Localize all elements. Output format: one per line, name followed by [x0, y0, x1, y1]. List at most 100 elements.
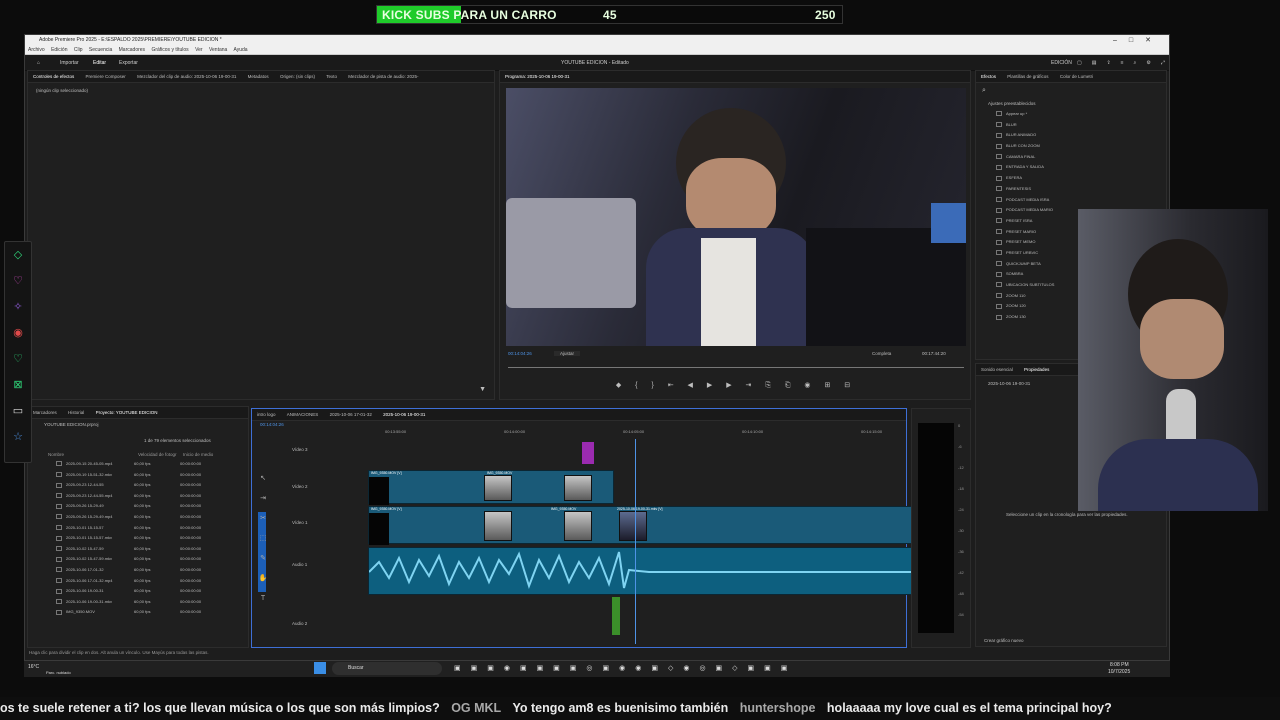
project-item-row[interactable]: 2025-10-06 17-01-32.mp4 60,00 fps 00:00:00…: [56, 576, 246, 587]
purple-clip[interactable]: [582, 442, 594, 464]
preset-label: ZOOM 130: [1006, 314, 1026, 320]
diamond-icon[interactable]: ◇: [5, 242, 31, 268]
item-start: 00:00:00:00: [180, 577, 202, 583]
menu-view[interactable]: Ver: [195, 47, 203, 53]
tab-lumetri[interactable]: Color de Lumetri: [1060, 74, 1093, 79]
program-timecode[interactable]: 00:14:04:26: [508, 351, 532, 356]
tab-metadata[interactable]: Metadatos: [248, 74, 269, 79]
search-icon[interactable]: ⌕: [982, 87, 986, 95]
header-icons[interactable]: ▢▤⇪≡⌕⚙⤢: [1077, 55, 1175, 71]
menu-help[interactable]: Ayuda: [233, 47, 247, 53]
preset-item[interactable]: ENTRADA Y SALIDA: [996, 162, 1162, 173]
menu-sequence[interactable]: Secuencia: [89, 47, 112, 53]
project-item-row[interactable]: 2025-09-19 15-51-32.mkv 60,00 fps 00:00:00…: [56, 470, 246, 481]
workspace-label[interactable]: EDICIÓN: [1051, 55, 1072, 71]
tab-export[interactable]: Exportar: [119, 55, 138, 71]
seq-tab-19[interactable]: 2025-10-06 19-00-31: [383, 412, 425, 417]
playhead[interactable]: [635, 439, 636, 644]
item-name: 2025-10-01 15-15-57.mkv: [66, 535, 113, 541]
fit-dropdown[interactable]: Ajustar: [554, 351, 581, 356]
preset-item[interactable]: ESFERA: [996, 173, 1162, 184]
seq-timecode[interactable]: 00:14:04:26: [260, 422, 284, 427]
clip-v1[interactable]: IMG_9350.MOV [V] IMG_9350.MOV 2025-10-06…: [368, 506, 916, 545]
preset-item[interactable]: BLUR ANIMADO: [996, 130, 1162, 141]
kick-icon[interactable]: ⊠: [5, 372, 31, 398]
project-item-row[interactable]: 2025-10-01 15-15-57 60,00 fps 00:00:00:00: [56, 523, 246, 534]
search-box[interactable]: Buscar: [332, 662, 442, 675]
home-icon[interactable]: ⌂: [37, 55, 40, 71]
preset-item[interactable]: CAMARA FINAL: [996, 152, 1162, 163]
weather-temp[interactable]: 16°C: [28, 664, 39, 670]
col-fps[interactable]: Velocidad de fotogr: [138, 452, 177, 457]
clip-v2[interactable]: IMG_9350.MOV [V] IMG_9350.MOV: [368, 470, 614, 505]
item-fps: 60,00 fps: [134, 482, 151, 488]
col-name[interactable]: Nombre: [48, 452, 64, 457]
project-item-row[interactable]: 2025-09-23 12-44-55.mp4 60,00 fps 00:00:00…: [56, 491, 246, 502]
audio-clip-a1[interactable]: [368, 547, 917, 595]
preset-item[interactable]: BLUR CON ZOOM: [996, 141, 1162, 152]
project-item-row[interactable]: 2025-10-02 15-47-59.mkv 60,00 fps 00:00:00…: [56, 554, 246, 565]
tab-premiere-composer[interactable]: Premiere Composer: [86, 74, 126, 79]
preset-item[interactable]: BLUR: [996, 120, 1162, 131]
taskbar-apps[interactable]: ▣▣▣◉▣▣▣▣◎▣◉◉▣◇◉◎▣◇▣▣▣: [454, 664, 797, 672]
tab-clip-mixer[interactable]: Mezclador del clip de audio: 2025-10-06 …: [137, 74, 236, 79]
window-controls[interactable]: –□✕: [1113, 35, 1163, 46]
col-start[interactable]: Inicio de medio: [183, 452, 213, 457]
menu-graphics[interactable]: Gráficos y títulos: [151, 47, 188, 53]
timeline-tools[interactable]: ↖ ⇥ ✂ ⬚ ✎ ✋ T: [252, 469, 274, 639]
project-item-row[interactable]: 2025-09-23 12-44-55 60,00 fps 00:00:00:00: [56, 480, 246, 491]
preset-item[interactable]: PODCAST MEDIA ISRA: [996, 195, 1162, 206]
eye-icon[interactable]: ◉: [5, 320, 31, 346]
project-item-row[interactable]: 2025-10-02 15-47-59 60,00 fps 00:00:00:00: [56, 544, 246, 555]
tab-essential-sound[interactable]: Sonido esencial: [981, 367, 1013, 372]
seq-tab-17[interactable]: 2025-10-06 17-01-32: [330, 412, 372, 417]
star-icon[interactable]: ☆: [5, 424, 31, 450]
quality-dropdown[interactable]: Completa: [872, 351, 891, 356]
window-title: Adobe Premiere Pro 2025 - E:\ESPALDO 202…: [39, 37, 222, 43]
project-item-row[interactable]: IMG_9350.MOV 60,00 fps 00:00:00:00: [56, 607, 246, 618]
filter-icon[interactable]: ▼: [479, 386, 486, 393]
transport-controls[interactable]: ◆ { } ⇤ ◀ ▶ ▶ ⇥ ⎘ ⎗ ◉ ⊞ ⊟: [508, 381, 964, 390]
item-name: 2025-10-06 19-00-31.mkv: [66, 598, 113, 604]
menu-clip[interactable]: Clip: [74, 47, 83, 53]
menu-file[interactable]: Archivo: [28, 47, 45, 53]
project-items: 2025-09-15 20-45-05.mp4 60,00 fps 00:00:00…: [56, 459, 246, 618]
preset-item[interactable]: Appear up *: [996, 109, 1162, 120]
project-item-row[interactable]: 2025-09-26 15-29-49.mp4 60,00 fps 00:00:00…: [56, 512, 246, 523]
tab-markers[interactable]: Marcadores: [33, 410, 57, 415]
tab-history[interactable]: Historial: [68, 410, 84, 415]
new-graphic-button[interactable]: Crear gráfico nuevo: [984, 638, 1024, 643]
tab-graphics-templates[interactable]: Plantillas de gráficos: [1007, 74, 1048, 79]
tab-properties[interactable]: Propiedades: [1024, 367, 1049, 372]
media-icon: [56, 535, 62, 541]
menu-edit[interactable]: Edición: [51, 47, 67, 53]
tab-project[interactable]: Proyecto: YOUTUBE EDICION: [96, 410, 158, 415]
menu-markers[interactable]: Marcadores: [119, 47, 145, 53]
seq-tab-animaciones[interactable]: ANIMACIONES: [287, 412, 319, 417]
program-scrubber[interactable]: [508, 367, 964, 368]
seq-tab-intro[interactable]: intro logo: [257, 412, 276, 417]
project-item-row[interactable]: 2025-09-26 15-29-49 60,00 fps 00:00:00:00: [56, 501, 246, 512]
sparkle-icon[interactable]: ✧: [5, 294, 31, 320]
project-item-row[interactable]: 2025-10-01 15-15-57.mkv 60,00 fps 00:00:00…: [56, 533, 246, 544]
project-item-row[interactable]: 2025-10-06 19-00-31.mkv 60,00 fps 00:00:00…: [56, 597, 246, 608]
time-ruler[interactable]: 00:13:55:00 00:14:00:00 00:14:05:00 00:1…: [364, 429, 900, 441]
audio-clip-a2[interactable]: [612, 597, 620, 635]
heart-green-icon[interactable]: ♡: [5, 346, 31, 372]
tab-effect-controls[interactable]: Controles de efectos: [33, 74, 74, 79]
tab-source[interactable]: Origen: (sin clips): [280, 74, 315, 79]
project-item-row[interactable]: 2025-09-15 20-45-05.mp4 60,00 fps 00:00:00…: [56, 459, 246, 470]
tab-track-mixer[interactable]: Mezclador de pista de audio: 2025-: [348, 74, 418, 79]
start-icon[interactable]: [314, 662, 326, 674]
project-item-row[interactable]: 2025-10-06 19-00-31 60,00 fps 00:00:00:00: [56, 586, 246, 597]
tab-text[interactable]: Texto: [326, 74, 337, 79]
presets-header[interactable]: Ajustes preestablecidos: [988, 101, 1036, 106]
project-item-row[interactable]: 2025-10-06 17-01-32 60,00 fps 00:00:00:00: [56, 565, 246, 576]
program-label[interactable]: Programa: 2025-10-06 19-00-31: [505, 74, 570, 79]
menu-window[interactable]: Ventana: [209, 47, 227, 53]
chat-icon[interactable]: ▭: [5, 398, 31, 424]
tab-import[interactable]: Importar: [60, 55, 79, 71]
tab-effects[interactable]: Efectos: [981, 74, 996, 79]
heart-icon[interactable]: ♡: [5, 268, 31, 294]
preset-item[interactable]: PARENTESIS: [996, 184, 1162, 195]
